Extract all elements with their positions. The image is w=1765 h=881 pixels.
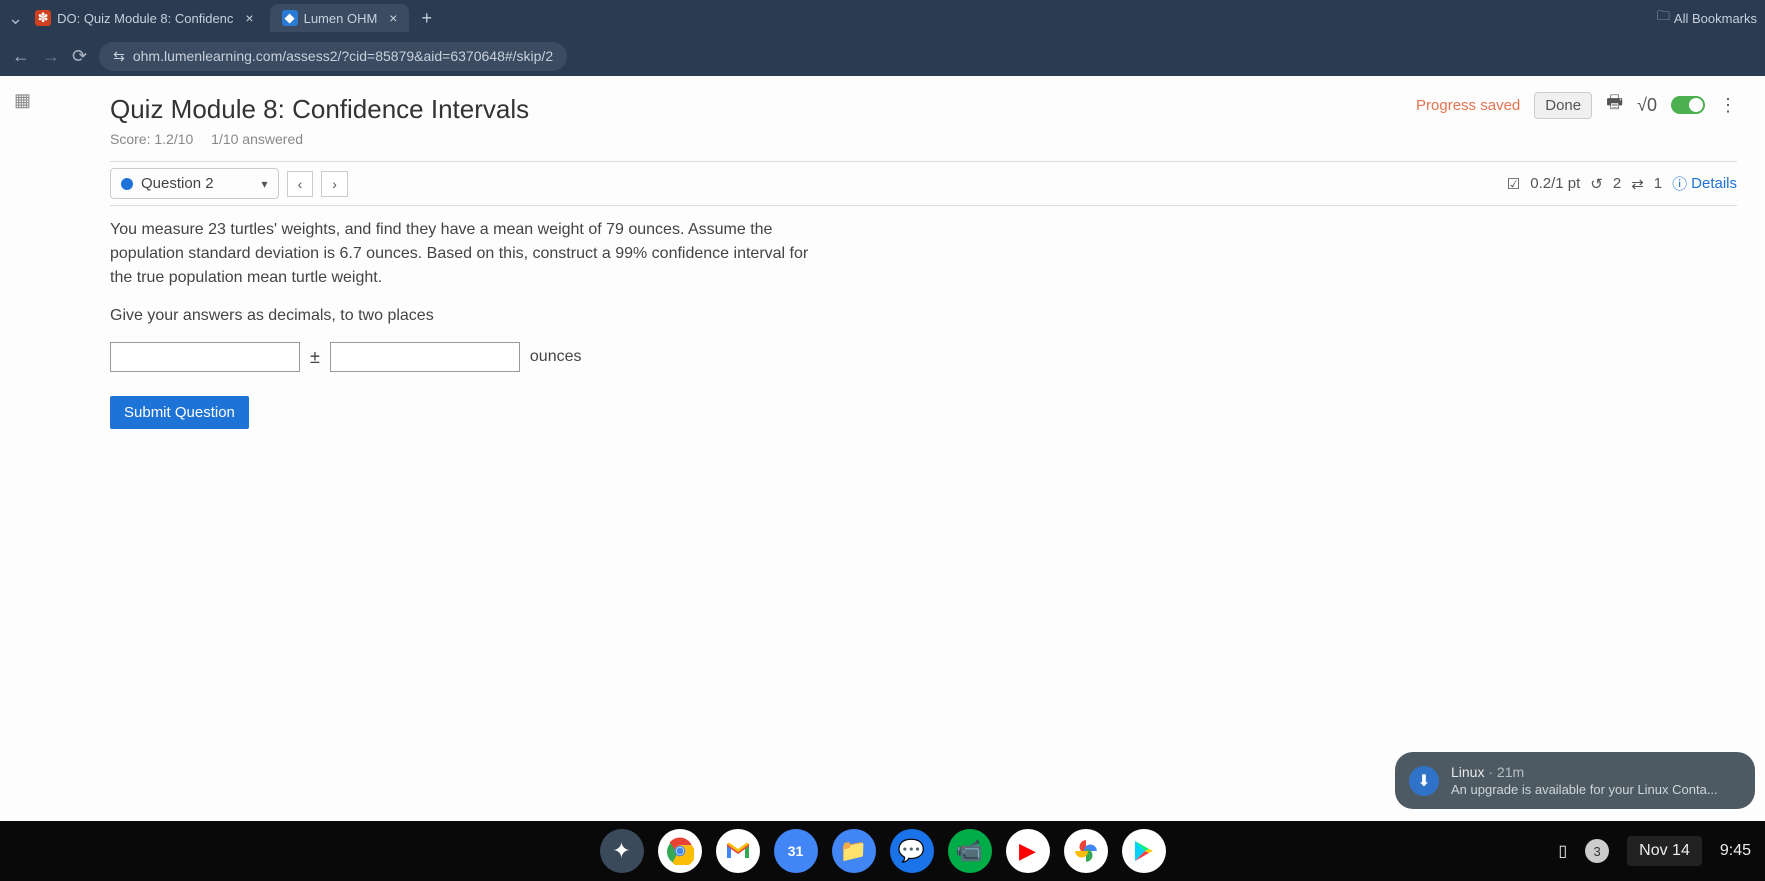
browser-tab-strip: ⌄ ✽ DO: Quiz Module 8: Confidenc × ◆ Lum… bbox=[0, 0, 1765, 36]
meet-icon[interactable]: 📹 bbox=[948, 829, 992, 873]
print-icon[interactable]: 🖶 bbox=[1606, 90, 1623, 120]
question-text-2: Give your answers as decimals, to two pl… bbox=[110, 304, 830, 328]
details-button[interactable]: ⓘ Details bbox=[1672, 173, 1737, 194]
chevron-down-icon: ▾ bbox=[262, 177, 268, 191]
forward-button[interactable]: → bbox=[42, 46, 60, 67]
url-bar-row: ← → ⟳ ⇆ ohm.lumenlearning.com/assess2/?c… bbox=[0, 36, 1765, 76]
score-text: Score: 1.2/10 bbox=[110, 131, 193, 147]
launcher-icon[interactable]: ✦ bbox=[600, 829, 644, 873]
canvas-icon: ✽ bbox=[35, 10, 51, 26]
math-editor-icon[interactable]: √0 bbox=[1637, 95, 1657, 116]
submit-question-button[interactable]: Submit Question bbox=[110, 396, 249, 429]
next-question-button[interactable]: › bbox=[321, 171, 348, 197]
units-label: ounces bbox=[530, 345, 582, 369]
calendar-icon[interactable]: 31 bbox=[774, 829, 818, 873]
url-text: ohm.lumenlearning.com/assess2/?cid=85879… bbox=[133, 48, 553, 64]
question-label: Question 2 bbox=[141, 175, 214, 192]
messages-icon[interactable]: 💬 bbox=[890, 829, 934, 873]
prev-question-button[interactable]: ‹ bbox=[287, 171, 314, 197]
window-menu-icon[interactable]: ⌄ bbox=[8, 8, 23, 29]
notification-title: Linux bbox=[1451, 764, 1484, 780]
new-tab-button[interactable]: + bbox=[413, 4, 440, 33]
score-line: Score: 1.2/10 1/10 answered bbox=[110, 131, 1737, 147]
retry-count: 2 bbox=[1613, 175, 1621, 192]
apps-grid-icon[interactable]: ▦ bbox=[14, 90, 31, 111]
retry-icon: ↺ bbox=[1590, 175, 1603, 193]
system-tray[interactable]: ▯ 3 Nov 14 9:45 bbox=[1558, 836, 1751, 866]
reload-button[interactable]: ⟳ bbox=[72, 46, 87, 67]
plus-minus-symbol: ± bbox=[310, 344, 320, 371]
notification-body: An upgrade is available for your Linux C… bbox=[1451, 782, 1737, 797]
tab-lumen-ohm[interactable]: ◆ Lumen OHM × bbox=[270, 4, 410, 32]
done-button[interactable]: Done bbox=[1534, 92, 1592, 119]
clock[interactable]: 9:45 bbox=[1720, 842, 1751, 860]
chromeos-shelf: ✦ 31 📁 💬 📹 ▶ ▯ 3 Nov 14 9:45 bbox=[0, 821, 1765, 881]
question-body: You measure 23 turtles' weights, and fin… bbox=[110, 218, 830, 429]
points-text: 0.2/1 pt bbox=[1530, 175, 1580, 192]
check-icon: ☑ bbox=[1507, 175, 1520, 193]
close-icon[interactable]: × bbox=[245, 10, 253, 26]
system-notification[interactable]: ⬇ Linux · 21m An upgrade is available fo… bbox=[1395, 752, 1755, 809]
reattempt-count: 1 bbox=[1654, 175, 1662, 192]
all-bookmarks-button[interactable]: 🗀 All Bookmarks bbox=[1657, 7, 1757, 29]
question-meta: ☑ 0.2/1 pt ↺ 2 ⇄ 1 ⓘ Details bbox=[1507, 173, 1737, 194]
phone-hub-icon[interactable]: ▯ bbox=[1558, 841, 1567, 861]
tab-quiz-module[interactable]: ✽ DO: Quiz Module 8: Confidenc × bbox=[23, 4, 266, 32]
close-icon[interactable]: × bbox=[389, 10, 397, 26]
address-bar[interactable]: ⇆ ohm.lumenlearning.com/assess2/?cid=858… bbox=[99, 42, 567, 71]
page-content: ▦ Progress saved Done 🖶 √0 ⋮ Quiz Module… bbox=[0, 76, 1765, 821]
youtube-icon[interactable]: ▶ bbox=[1006, 829, 1050, 873]
tab-title: DO: Quiz Module 8: Confidenc bbox=[57, 11, 233, 26]
all-bookmarks-label: All Bookmarks bbox=[1674, 11, 1757, 26]
folder-icon: 🗀 bbox=[1657, 7, 1670, 29]
lumen-icon: ◆ bbox=[282, 10, 298, 26]
info-icon: ⓘ bbox=[1672, 173, 1687, 194]
notification-count-badge[interactable]: 3 bbox=[1585, 839, 1609, 863]
tab-title: Lumen OHM bbox=[304, 11, 378, 26]
progress-saved-label: Progress saved bbox=[1416, 97, 1520, 114]
answered-text: 1/10 answered bbox=[211, 131, 303, 147]
answer-row: ± ounces bbox=[110, 342, 830, 372]
gmail-icon[interactable] bbox=[716, 829, 760, 873]
date-pill[interactable]: Nov 14 bbox=[1627, 836, 1702, 866]
play-store-icon[interactable] bbox=[1122, 829, 1166, 873]
kebab-menu-icon[interactable]: ⋮ bbox=[1719, 95, 1737, 116]
status-dot-icon bbox=[121, 178, 133, 190]
assessment-toolbar: Progress saved Done 🖶 √0 ⋮ bbox=[1416, 90, 1737, 120]
back-button[interactable]: ← bbox=[12, 46, 30, 67]
photos-icon[interactable] bbox=[1064, 829, 1108, 873]
site-security-icon[interactable]: ⇆ bbox=[113, 48, 125, 65]
files-icon[interactable]: 📁 bbox=[832, 829, 876, 873]
download-icon: ⬇ bbox=[1409, 766, 1439, 796]
answer-mean-input[interactable] bbox=[110, 342, 300, 372]
chrome-icon[interactable] bbox=[658, 829, 702, 873]
notification-time: 21m bbox=[1497, 764, 1524, 780]
details-label: Details bbox=[1691, 175, 1737, 192]
answer-margin-input[interactable] bbox=[330, 342, 520, 372]
reattempt-icon: ⇄ bbox=[1631, 175, 1644, 193]
question-text-1: You measure 23 turtles' weights, and fin… bbox=[110, 218, 830, 290]
question-selector[interactable]: Question 2 ▾ bbox=[110, 168, 279, 199]
question-nav-bar: Question 2 ▾ ‹ › ☑ 0.2/1 pt ↺ 2 ⇄ 1 ⓘ De… bbox=[110, 161, 1737, 206]
livepoll-toggle[interactable] bbox=[1671, 96, 1705, 114]
